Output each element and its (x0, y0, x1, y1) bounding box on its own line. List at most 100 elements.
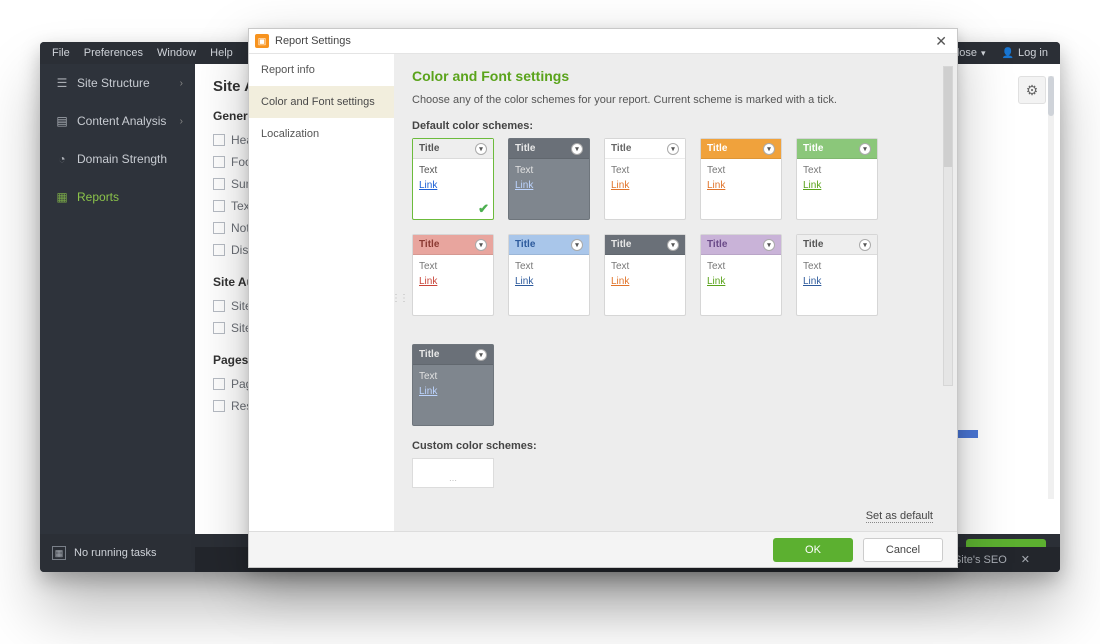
menu-window[interactable]: Window (157, 47, 196, 59)
scheme-header: Title ▾ (605, 235, 685, 255)
checkbox-icon[interactable] (213, 400, 225, 412)
chevron-right-icon: › (180, 116, 183, 127)
scheme-text-label: Text (515, 261, 583, 272)
color-scheme-solid-gray[interactable]: Title▾TextLink (412, 344, 494, 426)
gear-icon[interactable]: ⚙ (1018, 76, 1046, 104)
checkbox-icon[interactable] (213, 322, 225, 334)
scheme-header: Title▾ (413, 345, 493, 365)
chevron-down-icon[interactable]: ▾ (571, 239, 583, 251)
sidebar-item-domain-strength[interactable]: ◔Domain Strength (40, 140, 195, 178)
scheme-body: TextLink (605, 255, 685, 293)
scheme-header: Title ▾ (509, 235, 589, 255)
scheme-text-label: Text (803, 261, 871, 272)
scheme-text-label: Text (611, 165, 679, 176)
color-scheme-white[interactable]: Title ▾ Text Link (604, 138, 686, 220)
cancel-button[interactable]: Cancel (863, 538, 943, 562)
chevron-right-icon: › (180, 78, 183, 89)
dialog-footer: OK Cancel (249, 531, 957, 567)
dialog-tab-color-and-font-settings[interactable]: Color and Font settings (249, 86, 394, 118)
scheme-body: Text Link (701, 255, 781, 293)
scheme-link-label: Link (803, 180, 871, 191)
chevron-down-icon[interactable]: ▾ (475, 349, 487, 361)
scheme-header: Title ▾ (797, 139, 877, 159)
scheme-title-label: Title (611, 143, 631, 154)
sidebar-item-label: Reports (77, 190, 119, 204)
sidebar-item-reports[interactable]: ▦ Reports (40, 178, 195, 216)
dialog-content: ⋮⋮ Color and Font settings Choose any of… (394, 54, 957, 531)
chevron-down-icon[interactable]: ▾ (571, 143, 583, 155)
color-scheme-purple[interactable]: Title▾TextLink (700, 234, 782, 316)
scheme-header: Title▾ (701, 139, 781, 159)
scheme-link-label: Link (419, 386, 487, 397)
chevron-down-icon[interactable]: ▾ (475, 239, 487, 251)
scheme-title-label: Title (515, 239, 535, 250)
scheme-header: Title▾ (413, 235, 493, 255)
dialog-tab-report-info[interactable]: Report info (249, 54, 394, 86)
checkbox-icon[interactable] (213, 244, 225, 256)
dialog-sidebar: Report infoColor and Font settingsLocali… (249, 54, 394, 531)
checkbox-icon[interactable] (213, 178, 225, 190)
color-scheme-orange[interactable]: Title▾TextLink (700, 138, 782, 220)
color-scheme-blue[interactable]: Title ▾ TextLink (508, 234, 590, 316)
menu-help[interactable]: Help (210, 47, 233, 59)
checkbox-icon[interactable] (213, 200, 225, 212)
checkbox-icon[interactable] (213, 156, 225, 168)
color-scheme-gray-dark[interactable]: Title▾TextLink (508, 138, 590, 220)
scheme-body: TextLink (413, 255, 493, 293)
sidebar-icon: ▦ (55, 190, 69, 204)
scheme-header: Title ▾ (605, 139, 685, 159)
color-scheme-light[interactable]: Title ▾ TextLink (412, 138, 494, 220)
menu-preferences[interactable]: Preferences (84, 47, 143, 59)
scheme-link-label: Link (611, 276, 679, 287)
custom-scheme-placeholder[interactable]: ⋯ (412, 458, 494, 488)
scheme-body: TextLink (413, 159, 493, 197)
scheme-body: TextLink (701, 159, 781, 197)
scheme-title-label: Title (419, 143, 439, 154)
color-scheme-lt-gray[interactable]: Title ▾ TextLink (796, 234, 878, 316)
scheme-text-label: Text (707, 261, 775, 272)
color-scheme-red[interactable]: Title▾TextLink (412, 234, 494, 316)
panel-scrollbar[interactable] (1048, 76, 1054, 499)
scheme-header: Title ▾ (509, 139, 589, 159)
set-as-default-link[interactable]: Set as default (866, 510, 933, 523)
chevron-down-icon[interactable]: ▾ (667, 239, 679, 251)
chevron-down-icon[interactable]: ▾ (859, 239, 871, 251)
scheme-title-label: Title (803, 143, 823, 154)
scheme-title-label: Title (515, 143, 535, 154)
sidebar-icon: ◔ (55, 152, 69, 166)
chevron-down-icon[interactable]: ▾ (763, 239, 775, 251)
chevron-down-icon[interactable]: ▾ (859, 143, 871, 155)
scheme-title-label: Title (611, 239, 631, 250)
checkbox-icon[interactable] (213, 300, 225, 312)
splitter-handle-icon[interactable]: ⋮⋮ (394, 293, 407, 304)
sidebar-item-label: Site Structure (77, 76, 150, 90)
scheme-text-label: Text (419, 261, 487, 272)
menu-file[interactable]: File (52, 47, 70, 59)
seo-close-icon[interactable]: ✕ (1021, 553, 1030, 566)
checkbox-icon[interactable] (213, 378, 225, 390)
dialog-titlebar: ▣ Report Settings ✕ (249, 29, 957, 53)
dialog-title: Report Settings (275, 35, 351, 47)
checkbox-icon[interactable] (213, 134, 225, 146)
sidebar-icon: ☰ (55, 76, 69, 90)
content-scrollbar[interactable] (943, 66, 953, 386)
scheme-body: TextLink (797, 255, 877, 293)
scheme-title-label: Title (803, 239, 823, 250)
scheme-text-label: Text (707, 165, 775, 176)
dialog-tab-localization[interactable]: Localization (249, 118, 394, 150)
scheme-body: Text Link (605, 159, 685, 197)
sidebar-item-site-structure[interactable]: ☰ Site Structure › (40, 64, 195, 102)
login-button[interactable]: Log in (1002, 47, 1048, 59)
scheme-link-label: Link (707, 276, 775, 287)
chevron-down-icon[interactable]: ▾ (763, 143, 775, 155)
scheme-link-label: Link (611, 180, 679, 191)
color-scheme-dk-gray[interactable]: Title ▾ TextLink (604, 234, 686, 316)
chevron-down-icon[interactable]: ▾ (667, 143, 679, 155)
sidebar-item-content-analysis[interactable]: ▤Content Analysis› (40, 102, 195, 140)
checkbox-icon[interactable] (213, 222, 225, 234)
chevron-down-icon[interactable]: ▾ (475, 143, 487, 155)
close-icon[interactable]: ✕ (931, 33, 951, 50)
color-scheme-green[interactable]: Title▾TextLink (796, 138, 878, 220)
ok-button[interactable]: OK (773, 538, 853, 562)
scheme-body: TextLink (509, 255, 589, 293)
